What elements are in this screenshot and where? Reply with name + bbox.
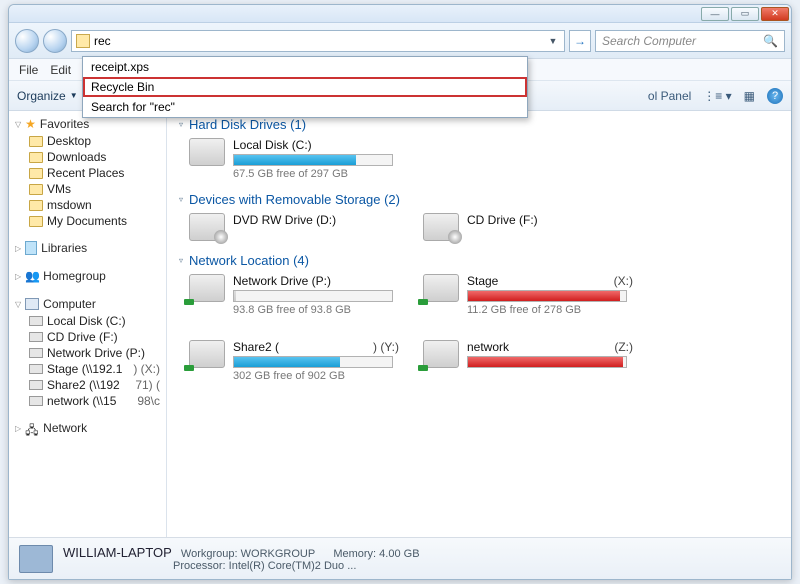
back-button[interactable] <box>15 29 39 53</box>
drive-icon <box>29 332 43 342</box>
sidebar-item[interactable]: Share2 (\\19271) ( <box>29 377 166 393</box>
address-bar[interactable]: ▼ <box>71 30 565 52</box>
titlebar: — ▭ ✕ <box>9 5 791 23</box>
drive-item[interactable]: DVD RW Drive (D:) <box>189 213 399 241</box>
search-box[interactable]: Search Computer 🔍 <box>595 30 785 52</box>
close-button[interactable]: ✕ <box>761 7 789 21</box>
network-header[interactable]: ▷🖧Network <box>13 419 166 437</box>
go-button[interactable]: → <box>569 30 591 52</box>
drive-icon <box>189 213 225 241</box>
computer-header[interactable]: ▽Computer <box>13 295 166 313</box>
drive-icon <box>423 213 459 241</box>
navigation-pane: ▽★Favorites DesktopDownloadsRecent Place… <box>9 111 167 537</box>
folder-icon <box>76 34 90 48</box>
folder-icon <box>29 152 43 163</box>
drive-icon <box>29 364 43 374</box>
drive-icon <box>423 340 459 368</box>
sidebar-item[interactable]: msdown <box>29 197 166 213</box>
organize-button[interactable]: Organize▼ <box>17 89 78 103</box>
folder-icon <box>29 184 43 195</box>
suggestion-item[interactable]: receipt.xps <box>83 57 527 77</box>
control-panel-label[interactable]: ol Panel <box>648 89 691 103</box>
sidebar-item[interactable]: Recent Places <box>29 165 166 181</box>
section-hdd-header[interactable]: ▿Hard Disk Drives (1) <box>179 117 779 132</box>
homegroup-icon: 👥 <box>25 269 39 283</box>
folder-icon <box>29 216 43 227</box>
libraries-icon <box>25 241 37 255</box>
drive-item[interactable]: Share2 () (Y:)302 GB free of 902 GB <box>189 340 399 382</box>
network-icon: 🖧 <box>25 421 39 435</box>
sidebar-item[interactable]: Network Drive (P:) <box>29 345 166 361</box>
sidebar-item[interactable]: Desktop <box>29 133 166 149</box>
menu-file[interactable]: File <box>19 63 38 77</box>
drive-icon <box>29 348 43 358</box>
sidebar-item[interactable]: Local Disk (C:) <box>29 313 166 329</box>
minimize-button[interactable]: — <box>701 7 729 21</box>
star-icon: ★ <box>25 117 36 131</box>
computer-icon <box>25 298 39 310</box>
drive-item[interactable]: Stage(X:)11.2 GB free of 278 GB <box>423 274 633 316</box>
drive-item[interactable]: network(Z:) <box>423 340 633 382</box>
navigation-row: ▼ → Search Computer 🔍 <box>9 23 791 59</box>
address-dropdown-icon[interactable]: ▼ <box>546 36 560 46</box>
sidebar-item[interactable]: Stage (\\192.1) (X:) <box>29 361 166 377</box>
preview-pane-icon[interactable]: ▦ <box>744 89 755 103</box>
folder-icon <box>29 168 43 179</box>
drive-icon <box>189 340 225 368</box>
help-icon[interactable]: ? <box>767 88 783 104</box>
sidebar-item[interactable]: VMs <box>29 181 166 197</box>
suggestion-item[interactable]: Recycle Bin <box>83 77 527 97</box>
drive-item[interactable]: Local Disk (C:)67.5 GB free of 297 GB <box>189 138 399 180</box>
drive-icon <box>189 138 225 166</box>
drive-icon <box>29 316 43 326</box>
menu-edit[interactable]: Edit <box>50 63 71 77</box>
forward-button[interactable] <box>43 29 67 53</box>
section-network-header[interactable]: ▿Network Location (4) <box>179 253 779 268</box>
address-suggestions: receipt.xpsRecycle BinSearch for "rec" <box>82 56 528 118</box>
content-pane: ▿Hard Disk Drives (1) Local Disk (C:)67.… <box>167 111 791 537</box>
homegroup-header[interactable]: ▷👥Homegroup <box>13 267 166 285</box>
sidebar-item[interactable]: My Documents <box>29 213 166 229</box>
drive-item[interactable]: CD Drive (F:) <box>423 213 633 241</box>
suggestion-item[interactable]: Search for "rec" <box>83 97 527 117</box>
section-removable-header[interactable]: ▿Devices with Removable Storage (2) <box>179 192 779 207</box>
computer-image-icon <box>19 545 53 573</box>
search-placeholder: Search Computer <box>602 34 696 48</box>
address-input[interactable] <box>94 31 546 51</box>
folder-icon <box>29 136 43 147</box>
sidebar-item[interactable]: CD Drive (F:) <box>29 329 166 345</box>
chevron-down-icon: ▼ <box>70 91 78 100</box>
drive-icon <box>423 274 459 302</box>
drive-icon <box>29 380 43 390</box>
folder-icon <box>29 200 43 211</box>
sidebar-item[interactable]: Downloads <box>29 149 166 165</box>
sidebar-item[interactable]: network (\\1598\c <box>29 393 166 409</box>
view-options-icon[interactable]: ⋮≡ ▾ <box>703 89 731 103</box>
details-pane: WILLIAM-LAPTOP Workgroup: WORKGROUP Memo… <box>9 537 791 579</box>
maximize-button[interactable]: ▭ <box>731 7 759 21</box>
drive-icon <box>29 396 43 406</box>
drive-item[interactable]: Network Drive (P:)93.8 GB free of 93.8 G… <box>189 274 399 316</box>
search-icon: 🔍 <box>763 34 778 48</box>
computer-name: WILLIAM-LAPTOP <box>63 545 172 560</box>
body: ▽★Favorites DesktopDownloadsRecent Place… <box>9 111 791 537</box>
libraries-header[interactable]: ▷Libraries <box>13 239 166 257</box>
drive-icon <box>189 274 225 302</box>
